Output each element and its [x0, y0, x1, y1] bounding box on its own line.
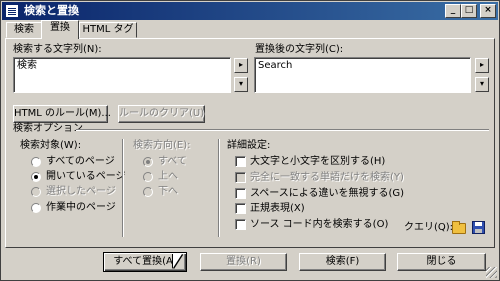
- search-target-label: 検索対象(W):: [20, 140, 82, 151]
- resize-grip-icon[interactable]: [486, 267, 497, 278]
- close-window-button[interactable]: ×: [480, 4, 496, 18]
- target-selected-pages-radio[interactable]: [31, 187, 41, 197]
- query-label: クエリ(Q):: [404, 222, 454, 233]
- direction-up-label[interactable]: 上へ: [158, 171, 178, 183]
- tab-find[interactable]: 検索: [6, 22, 42, 38]
- whole-word-checkbox[interactable]: [235, 172, 246, 183]
- ignore-whitespace-label[interactable]: スペースによる違いを無視する(G): [250, 188, 404, 200]
- save-query-icon[interactable]: [472, 221, 485, 234]
- clear-rules-button[interactable]: ルールのクリア(U): [118, 105, 205, 123]
- tab-replace[interactable]: 置換: [41, 20, 79, 39]
- search-options-divider: [76, 129, 489, 131]
- open-query-folder-icon[interactable]: [452, 221, 466, 234]
- find-input[interactable]: 検索: [13, 57, 231, 93]
- target-all-pages-radio[interactable]: [31, 157, 41, 167]
- html-rules-button[interactable]: HTML のルール(M)...: [13, 105, 111, 123]
- find-dropdown-button[interactable]: ▾: [234, 77, 248, 92]
- ignore-whitespace-checkbox[interactable]: [235, 188, 246, 199]
- search-source-checkbox[interactable]: [235, 219, 246, 230]
- target-all-pages-label[interactable]: すべてのページ: [46, 156, 115, 168]
- search-direction-label: 検索方向(E):: [133, 140, 191, 151]
- direction-all-label[interactable]: すべて: [158, 156, 187, 168]
- minimize-button[interactable]: _: [445, 4, 461, 18]
- whole-word-label[interactable]: 完全に一致する単語だけを検索(Y): [250, 172, 404, 184]
- target-current-page-label[interactable]: 作業中のページ: [46, 202, 116, 214]
- search-options-label: 検索オプション: [13, 123, 83, 134]
- replace-dropdown-button[interactable]: ▾: [475, 77, 489, 92]
- advanced-settings-label: 詳細設定:: [227, 140, 271, 151]
- search-source-label[interactable]: ソース コード内を検索する(O): [250, 219, 388, 231]
- target-selected-pages-label[interactable]: 選択したページ: [46, 186, 116, 198]
- match-case-checkbox[interactable]: [235, 156, 246, 167]
- find-button[interactable]: 検索(F): [299, 253, 386, 271]
- match-case-label[interactable]: 大文字と小文字を区別する(H): [250, 156, 385, 168]
- close-button[interactable]: 閉じる: [397, 253, 486, 271]
- find-label: 検索する文字列(N):: [13, 44, 102, 55]
- regex-checkbox[interactable]: [235, 203, 246, 214]
- find-replace-dialog: 検索と置換 _ □ × 検索 置換 HTML タグ 検索する文字列(N): 検索…: [0, 0, 500, 281]
- replace-input[interactable]: Search: [254, 57, 471, 93]
- mouse-pointer-icon: [173, 254, 182, 268]
- regex-label[interactable]: 正規表現(X): [250, 203, 305, 215]
- app-icon: [5, 4, 19, 18]
- find-history-button[interactable]: ▸: [234, 58, 248, 73]
- window-title: 検索と置換: [24, 4, 79, 17]
- replace-history-button[interactable]: ▸: [475, 58, 489, 73]
- direction-all-radio[interactable]: [143, 157, 153, 167]
- direction-down-radio[interactable]: [143, 187, 153, 197]
- target-open-pages-label[interactable]: 開いているページ: [46, 171, 126, 183]
- options-divider-right: [218, 139, 220, 237]
- direction-up-radio[interactable]: [143, 172, 153, 182]
- replace-label: 置換後の文字列(C):: [255, 44, 344, 55]
- replace-button[interactable]: 置換(R): [200, 253, 287, 271]
- maximize-button[interactable]: □: [461, 4, 477, 18]
- title-bar[interactable]: 検索と置換 _ □ ×: [2, 2, 498, 20]
- target-current-page-radio[interactable]: [31, 203, 41, 213]
- target-open-pages-radio[interactable]: [31, 172, 41, 182]
- direction-down-label[interactable]: 下へ: [158, 186, 178, 198]
- options-divider-left: [122, 139, 124, 237]
- tab-html-tags[interactable]: HTML タグ: [79, 22, 137, 38]
